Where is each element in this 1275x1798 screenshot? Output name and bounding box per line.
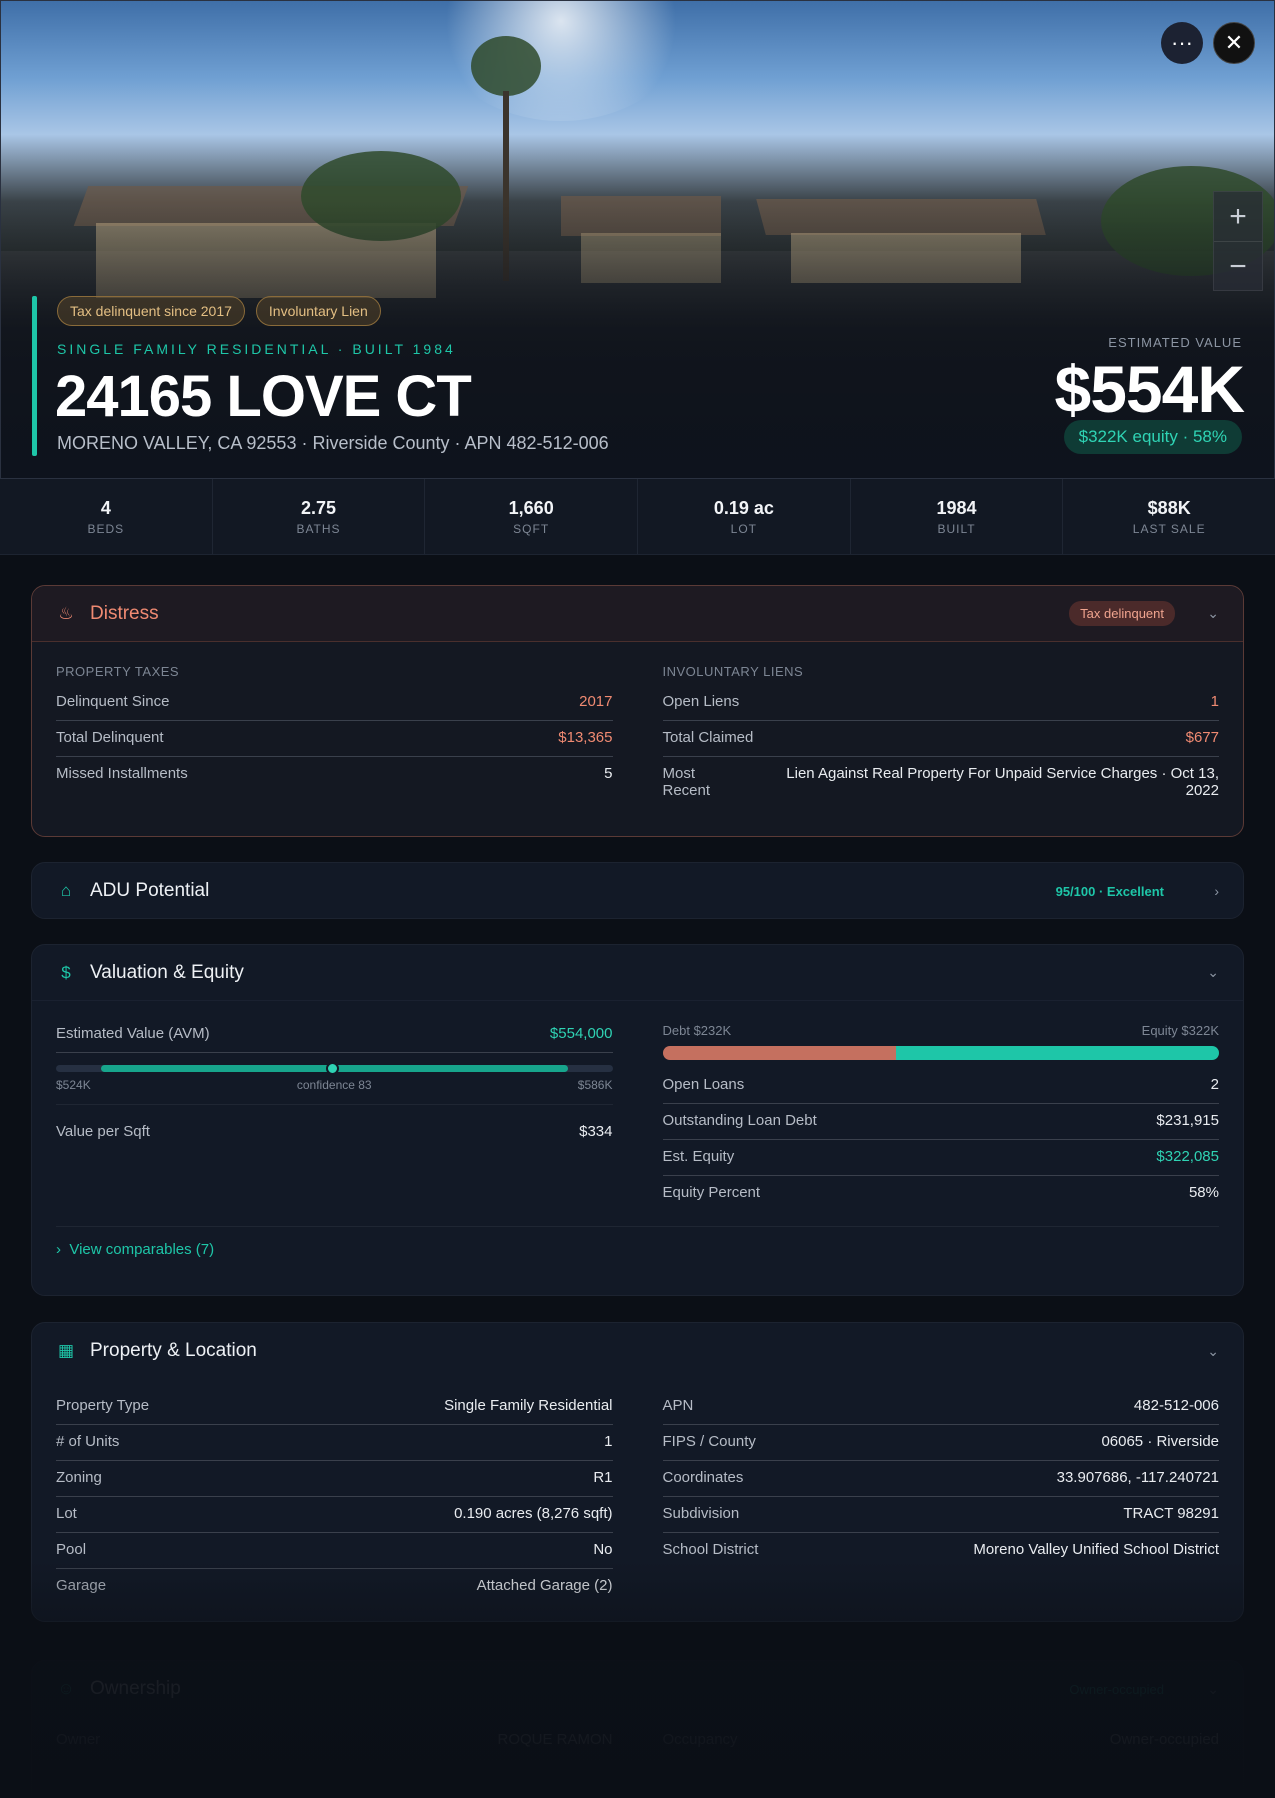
close-button[interactable]: ✕ bbox=[1213, 22, 1255, 64]
stats-bar: 4 BEDS 2.75 BATHS 1,660 SQFT 0.19 ac LOT 198… bbox=[0, 479, 1275, 555]
avm-range-labels: $524K confidence 83 $586K bbox=[56, 1078, 613, 1105]
stat-lot: 0.19 ac LOT bbox=[638, 479, 851, 554]
table-row: Subdivision TRACT 98291 bbox=[662, 1497, 1219, 1533]
section-heading: INVOLUNTARY LIENS bbox=[662, 664, 804, 679]
table-row: FIPS / County 06065 · Riverside bbox=[662, 1425, 1219, 1461]
avm-row: Estimated Value (AVM) $554,000 bbox=[56, 1017, 613, 1053]
debt-segment bbox=[662, 1046, 897, 1060]
badge-involuntary-lien: Involuntary Lien bbox=[255, 296, 381, 326]
property-header[interactable]: ▦ Property & Location ⌄ bbox=[32, 1323, 1243, 1379]
chevron-down-icon[interactable]: ⌄ bbox=[1207, 1681, 1219, 1698]
table-row: Property Type Single Family Residential bbox=[56, 1389, 613, 1425]
section-heading: PROPERTY TAXES bbox=[56, 664, 180, 679]
table-row: Est. Equity $322,085 bbox=[662, 1140, 1219, 1176]
estimated-value: $554K bbox=[1054, 352, 1245, 426]
distress-card: ♨ Distress Tax delinquent ⌄ PROPERTY TAX… bbox=[31, 585, 1244, 837]
zoom-out-button[interactable]: − bbox=[1214, 242, 1262, 292]
property-location-title: Property & Location bbox=[90, 1340, 257, 1361]
hero-photo: ··· ✕ + − Tax delinquent since 2017 Invo… bbox=[0, 0, 1275, 479]
property-address: MORENO VALLEY, CA 92553 · Riverside Coun… bbox=[57, 433, 609, 453]
zoom-in-button[interactable]: + bbox=[1214, 192, 1262, 242]
table-row: Total Claimed $677 bbox=[662, 721, 1219, 757]
table-row: Garage Attached Garage (2) bbox=[56, 1577, 613, 1594]
table-row: Occupancy Owner-occupied bbox=[662, 1731, 1220, 1748]
distress-header[interactable]: ♨ Distress Tax delinquent ⌄ bbox=[32, 586, 1243, 642]
property-title: 24165 LOVE CT bbox=[55, 364, 472, 429]
valuation-header[interactable]: $ Valuation & Equity ⌄ bbox=[32, 945, 1243, 1001]
property-location-card: ▦ Property & Location ⌄ Property Type Sin… bbox=[31, 1322, 1244, 1622]
table-row: School District Moreno Valley Unified Sch… bbox=[662, 1541, 1220, 1558]
home-icon: ⌂ bbox=[60, 881, 72, 900]
view-comparables-link[interactable]: › View comparables (7) bbox=[56, 1226, 1219, 1258]
table-row: Zoning R1 bbox=[56, 1461, 613, 1497]
table-row: Most Recent Lien Against Real Property Fo… bbox=[662, 765, 1220, 799]
adu-score-badge: 95/100 · Excellent bbox=[1055, 883, 1164, 899]
stat-baths: 2.75 BATHS bbox=[213, 479, 426, 554]
table-row: Outstanding Loan Debt $231,915 bbox=[662, 1104, 1219, 1140]
table-row: Missed Installments 5 bbox=[56, 765, 613, 782]
table-row: APN 482-512-006 bbox=[662, 1389, 1219, 1425]
user-icon: ☺ bbox=[57, 1679, 75, 1698]
equity-badge: $322K equity · 58% bbox=[1063, 420, 1242, 454]
property-taxes-section: PROPERTY TAXES Delinquent Since 2017 Tota… bbox=[56, 642, 613, 807]
zoom-controls: + − bbox=[1213, 191, 1263, 291]
debt-equity-labels: Debt $232K Equity $322K bbox=[662, 1023, 1220, 1038]
table-row: Owner ROQUE RAMON bbox=[56, 1731, 613, 1748]
table-row: Open Loans 2 bbox=[662, 1068, 1219, 1104]
avm-range-slider bbox=[56, 1062, 613, 1075]
chevron-down-icon[interactable]: ⌄ bbox=[1207, 605, 1219, 622]
chevron-down-icon[interactable]: ⌄ bbox=[1207, 964, 1219, 981]
flame-icon: ♨ bbox=[58, 603, 74, 623]
close-icon: ✕ bbox=[1224, 30, 1244, 55]
distress-status-badge: Tax delinquent bbox=[1069, 601, 1175, 626]
ownership-status-badge: Owner-occupied bbox=[1069, 1681, 1164, 1697]
ownership-card: ☺ Ownership Owner-occupied ⌄ Owner ROQUE … bbox=[31, 1660, 1244, 1798]
valuation-equity-card: $ Valuation & Equity ⌄ Estimated Value (… bbox=[31, 944, 1244, 1296]
table-row: # of Units 1 bbox=[56, 1425, 613, 1461]
table-row: Open Liens 1 bbox=[662, 685, 1219, 721]
chevron-down-icon[interactable]: ⌄ bbox=[1207, 1343, 1219, 1360]
estimated-value-label: ESTIMATED VALUE bbox=[1108, 335, 1242, 350]
table-row: Total Delinquent $13,365 bbox=[56, 721, 613, 757]
hero-accent-bar bbox=[32, 296, 37, 456]
building-icon: ▦ bbox=[57, 1341, 75, 1360]
stat-built: 1984 BUILT bbox=[851, 479, 1064, 554]
table-row: Coordinates 33.907686, -117.240721 bbox=[662, 1461, 1219, 1497]
equity-segment bbox=[896, 1046, 1219, 1060]
property-subtitle: SINGLE FAMILY RESIDENTIAL · BUILT 1984 bbox=[57, 341, 456, 357]
dollar-icon: $ bbox=[61, 962, 71, 982]
badge-tax-delinquent: Tax delinquent since 2017 bbox=[57, 296, 245, 326]
table-row: Lot 0.190 acres (8,276 sqft) bbox=[56, 1497, 613, 1533]
ownership-header[interactable]: ☺ Ownership Owner-occupied ⌄ bbox=[32, 1661, 1243, 1717]
distress-title: Distress bbox=[90, 602, 159, 624]
table-row: Delinquent Since 2017 bbox=[56, 685, 613, 721]
stat-sqft: 1,660 SQFT bbox=[425, 479, 639, 554]
table-row: Equity Percent 58% bbox=[662, 1184, 1220, 1201]
valuation-title: Valuation & Equity bbox=[90, 961, 244, 983]
ownership-title: Ownership bbox=[90, 1678, 181, 1699]
debt-equity-bar bbox=[662, 1046, 1220, 1060]
chevron-right-icon[interactable]: › bbox=[1214, 883, 1219, 899]
avm-range-marker bbox=[325, 1062, 339, 1075]
per-sqft-row: Value per Sqft $334 bbox=[56, 1123, 613, 1140]
more-options-button[interactable]: ··· bbox=[1161, 22, 1203, 64]
stat-beds: 4 BEDS bbox=[0, 479, 213, 554]
stat-last-sale: $88K LAST SALE bbox=[1132, 498, 1206, 536]
adu-title: ADU Potential bbox=[90, 880, 210, 901]
involuntary-liens-section: INVOLUNTARY LIENS Open Liens 1 Total Clai… bbox=[662, 642, 1220, 807]
adu-potential-card[interactable]: ⌂ ADU Potential 95/100 · Excellent › bbox=[31, 862, 1244, 919]
table-row: Pool No bbox=[56, 1533, 613, 1569]
more-horizontal-icon: ··· bbox=[1171, 30, 1193, 55]
hero-badges: Tax delinquent since 2017 Involuntary Li… bbox=[57, 296, 381, 326]
chevron-right-icon: › bbox=[56, 1241, 61, 1258]
